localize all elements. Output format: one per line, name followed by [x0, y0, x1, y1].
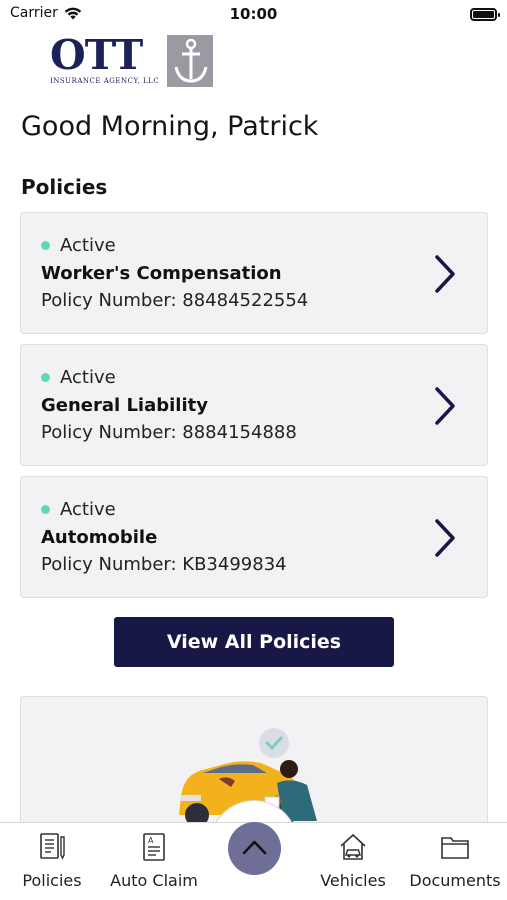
tab-label: Auto Claim — [110, 871, 198, 890]
policy-name: Worker's Compensation — [41, 263, 282, 284]
policy-status-label: Active — [60, 367, 116, 388]
tab-policies[interactable]: Policies — [8, 823, 96, 900]
chevron-right-icon[interactable] — [431, 254, 459, 294]
status-bar: Carrier 10:00 — [0, 0, 507, 30]
tab-label: Policies — [22, 871, 82, 890]
active-status-dot — [41, 241, 50, 250]
tab-vehicles[interactable]: Vehicles — [312, 823, 394, 900]
active-status-dot — [41, 373, 50, 382]
greeting-heading: Good Morning, Patrick — [21, 111, 319, 142]
policy-card-automobile[interactable]: Active Automobile Policy Number: KB34998… — [20, 476, 488, 598]
chevron-up-icon — [242, 840, 267, 855]
policy-name: Automobile — [41, 527, 158, 548]
folder-icon — [441, 837, 469, 859]
policy-card-general-liability[interactable]: Active General Liability Policy Number: … — [20, 344, 488, 466]
tab-label: Vehicles — [320, 871, 386, 890]
policy-document-icon — [40, 833, 65, 860]
policy-number: Policy Number: 88484522554 — [41, 290, 309, 311]
active-status-dot — [41, 505, 50, 514]
tab-auto-claim[interactable]: A Auto Claim — [104, 823, 204, 900]
policy-status-label: Active — [60, 235, 116, 256]
policy-status-label: Active — [60, 499, 116, 520]
policy-number: Policy Number: 8884154888 — [41, 422, 297, 443]
policy-name: General Liability — [41, 395, 208, 416]
battery-icon — [470, 8, 500, 21]
policy-status: Active — [41, 235, 116, 256]
policy-card-workers-compensation[interactable]: Active Worker's Compensation Policy Numb… — [20, 212, 488, 334]
status-time: 10:00 — [229, 5, 278, 23]
logo-subtitle: INSURANCE AGENCY, LLC — [50, 77, 160, 85]
view-all-policies-button[interactable]: View All Policies — [114, 617, 394, 667]
logo-wordmark: OTT — [50, 31, 143, 79]
tab-label: Documents — [409, 871, 501, 890]
chevron-right-icon[interactable] — [431, 518, 459, 558]
policies-section-title: Policies — [21, 175, 108, 199]
chevron-right-icon[interactable] — [431, 386, 459, 426]
claim-form-icon: A — [143, 833, 165, 861]
house-car-icon — [340, 833, 366, 860]
policy-status: Active — [41, 367, 116, 388]
policy-status: Active — [41, 499, 116, 520]
policy-number: Policy Number: KB3499834 — [41, 554, 287, 575]
tab-documents[interactable]: Documents — [406, 823, 504, 900]
expand-menu-button[interactable] — [228, 822, 281, 875]
svg-text:A: A — [148, 836, 154, 845]
company-logo: OTT INSURANCE AGENCY, LLC — [50, 33, 215, 89]
